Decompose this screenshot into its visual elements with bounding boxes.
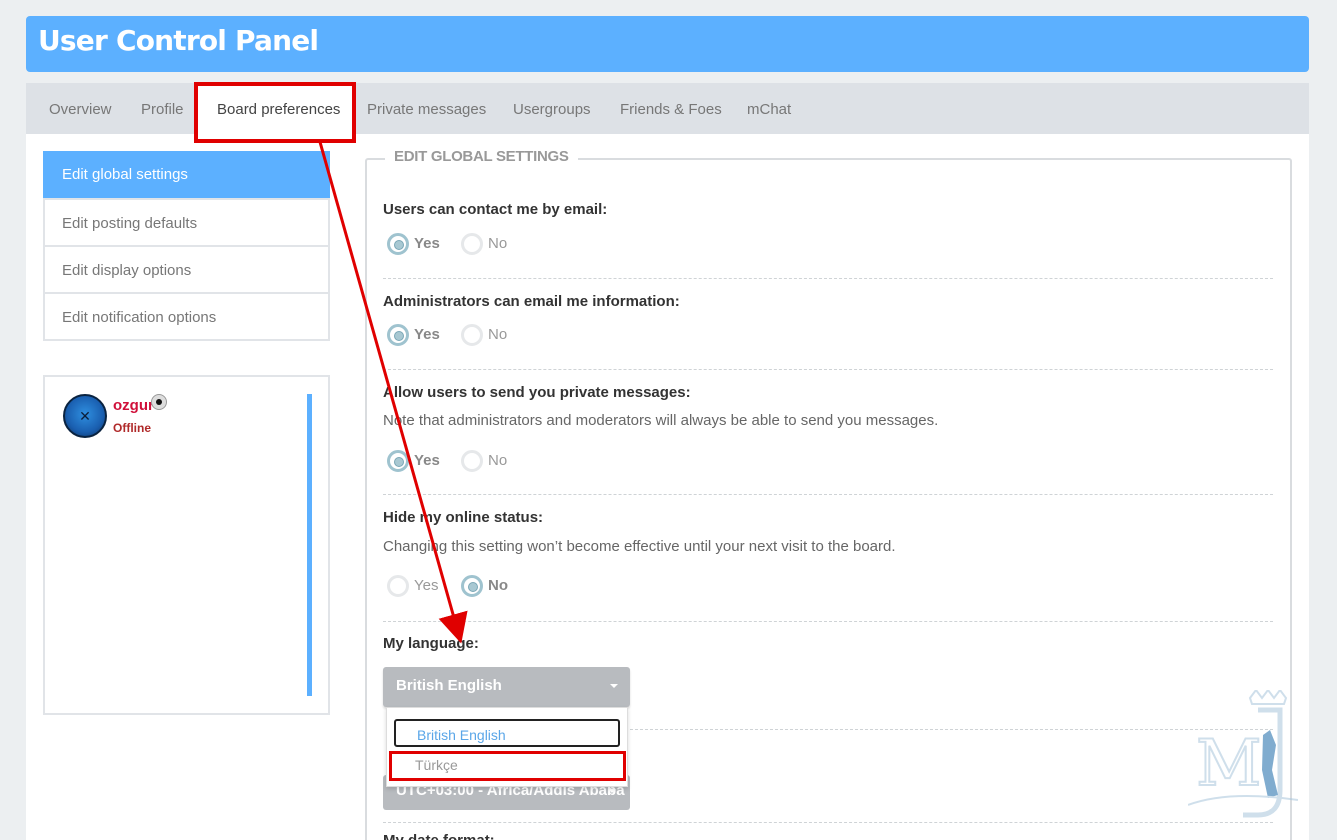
svg-text:M: M [1196, 727, 1262, 801]
watermark-logo: M [1188, 690, 1298, 818]
annotation-arrow [318, 141, 468, 644]
